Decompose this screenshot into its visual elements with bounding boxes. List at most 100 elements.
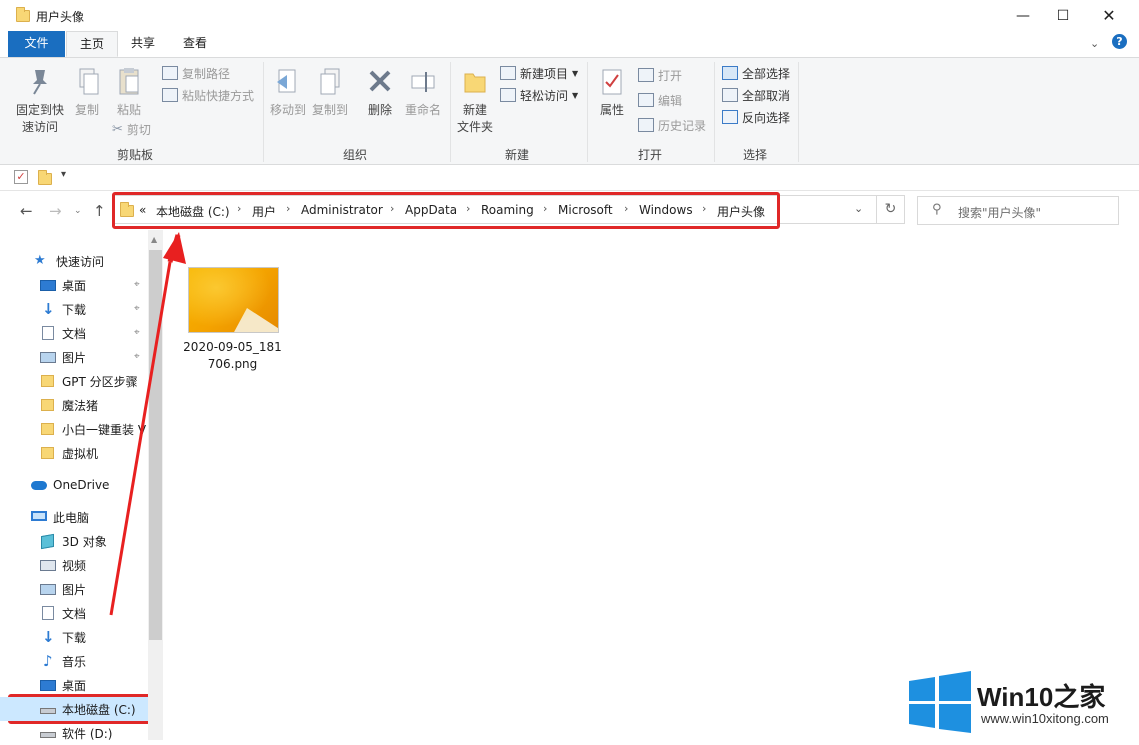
group-divider [798, 62, 799, 162]
search-icon: ⚲ [932, 202, 942, 217]
close-button[interactable]: ✕ [1086, 0, 1132, 31]
tab-home[interactable]: 主页 [66, 31, 119, 57]
easy-access-button[interactable]: 轻松访问 ▼ [500, 84, 578, 106]
nav-item[interactable]: ↓ 下载 [0, 625, 148, 649]
paste-shortcut-label: 粘贴快捷方式 [182, 88, 255, 103]
nav-item[interactable]: 文档 [0, 601, 148, 625]
nav-item[interactable]: 小白一键重装 V [0, 417, 148, 441]
paste-button[interactable]: 粘贴 [112, 66, 146, 119]
new-folder-label-1: 新建 [462, 103, 487, 117]
paste-label: 粘贴 [116, 103, 141, 117]
paste-shortcut-icon [162, 88, 178, 102]
nav-item[interactable]: 图片 [0, 577, 148, 601]
properties-button[interactable]: 属性 [594, 66, 630, 119]
back-icon[interactable]: ← [20, 202, 33, 220]
invert-selection-button[interactable]: 反向选择 [722, 106, 790, 128]
windows-logo-icon [909, 671, 971, 733]
search-box[interactable]: ⚲ 搜索"用户头像" [917, 196, 1119, 225]
nav-scrollbar-thumb[interactable] [149, 250, 162, 640]
customize-qat-icon[interactable]: ▾ [61, 169, 66, 180]
edit-icon [638, 93, 654, 107]
tab-view[interactable]: 查看 [170, 31, 220, 57]
pin-icon[interactable]: ⌖ [134, 327, 140, 338]
nav-item[interactable]: 3D 对象 [0, 529, 148, 553]
copy-button[interactable]: 复制 [70, 66, 104, 119]
new-item-button[interactable]: 新建项目 ▼ [500, 62, 578, 84]
group-divider [450, 62, 451, 162]
pin-icon[interactable]: ⌖ [134, 279, 140, 290]
nav-scrollbar[interactable]: ▲ [148, 230, 163, 740]
brand-zh-text: 之家 [1053, 682, 1106, 712]
nav-item[interactable]: GPT 分区步骤 [0, 369, 148, 393]
open-button[interactable]: 打开 [638, 64, 682, 86]
cut-button[interactable]: ✂ 剪切 [112, 118, 151, 140]
up-icon[interactable]: ↑ [93, 202, 106, 220]
recent-locations-icon[interactable]: ⌄ [74, 206, 82, 216]
pin-icon [25, 66, 55, 98]
download-icon: ↓ [42, 628, 55, 646]
open-label: 打开 [658, 68, 683, 83]
pin-quick-access-button[interactable]: 固定到快 速访问 [12, 66, 68, 136]
watermark-url: www.win10xitong.com [981, 711, 1109, 726]
nav-onedrive[interactable]: OneDrive [0, 473, 148, 497]
paste-shortcut-button[interactable]: 粘贴快捷方式 [162, 84, 254, 106]
address-dropdown-icon[interactable]: ⌄ [854, 202, 863, 215]
select-none-button[interactable]: 全部取消 [722, 84, 790, 106]
nav-item[interactable]: 文档 ⌖ [0, 321, 148, 345]
copy-icon [72, 66, 102, 98]
nav-label: GPT 分区步骤 [62, 374, 138, 389]
maximize-button[interactable]: ☐ [1040, 0, 1086, 31]
nav-this-pc[interactable]: 此电脑 [0, 505, 148, 529]
copy-path-button[interactable]: 复制路径 [162, 62, 230, 84]
copy-path-icon [162, 66, 178, 80]
edit-button[interactable]: 编辑 [638, 89, 682, 111]
nav-item[interactable]: 视频 [0, 553, 148, 577]
properties-qat-icon[interactable]: ✓ [14, 170, 28, 184]
computer-icon [31, 510, 47, 524]
invert-selection-icon [722, 110, 738, 124]
nav-item[interactable]: 魔法猪 [0, 393, 148, 417]
pin-icon[interactable]: ⌖ [134, 303, 140, 314]
nav-label: OneDrive [53, 478, 110, 492]
select-all-button[interactable]: 全部选择 [722, 62, 790, 84]
pin-icon[interactable]: ⌖ [134, 351, 140, 362]
nav-label: 软件 (D:) [62, 726, 113, 741]
copy-to-button[interactable]: 复制到 [310, 66, 350, 119]
file-item[interactable]: 2020-09-05_181 706.png [175, 260, 293, 372]
file-name-line: 2020-09-05_181 [183, 340, 282, 354]
nav-item[interactable]: 桌面 [0, 673, 148, 697]
delete-button[interactable]: 删除 [362, 66, 398, 119]
dropdown-arrow-icon: ▼ [572, 68, 579, 78]
new-folder-qat-icon[interactable] [38, 170, 52, 185]
move-to-button[interactable]: 移动到 [268, 66, 308, 119]
scroll-up-icon[interactable]: ▲ [151, 235, 157, 244]
rename-icon [408, 66, 438, 98]
file-name-line: 706.png [207, 357, 258, 371]
nav-label: 本地磁盘 (C:) [62, 702, 136, 717]
nav-label: 图片 [62, 350, 87, 365]
nav-item[interactable]: 图片 ⌖ [0, 345, 148, 369]
ribbon-collapse-icon[interactable]: ⌄ [1090, 37, 1099, 50]
history-button[interactable]: 历史记录 [638, 114, 706, 136]
copy-label: 复制 [74, 103, 99, 117]
file-list: 2020-09-05_181 706.png [165, 230, 1139, 744]
delete-icon [365, 66, 395, 98]
nav-item[interactable]: ↓ 下载 ⌖ [0, 297, 148, 321]
nav-label: 音乐 [62, 654, 87, 669]
nav-item[interactable]: ♪ 音乐 [0, 649, 148, 673]
forward-icon[interactable]: → [49, 202, 62, 220]
tab-share[interactable]: 共享 [118, 31, 168, 57]
rename-button[interactable]: 重命名 [402, 66, 444, 119]
address-highlight-box [112, 192, 780, 229]
nav-quick-access[interactable]: ★ 快速访问 [0, 249, 148, 273]
nav-item[interactable]: 软件 (D:) [0, 721, 148, 745]
new-folder-button[interactable]: 新建 文件夹 [455, 66, 495, 136]
refresh-icon[interactable]: ↻ [876, 195, 905, 224]
nav-item[interactable]: 桌面 ⌖ [0, 273, 148, 297]
help-icon[interactable]: ? [1112, 34, 1127, 49]
tab-file[interactable]: 文件 [8, 31, 65, 57]
nav-item[interactable]: 本地磁盘 (C:) [0, 697, 148, 721]
pin-label-1: 固定到快 [15, 103, 64, 117]
group-divider [263, 62, 264, 162]
nav-item[interactable]: 虚拟机 [0, 441, 148, 465]
